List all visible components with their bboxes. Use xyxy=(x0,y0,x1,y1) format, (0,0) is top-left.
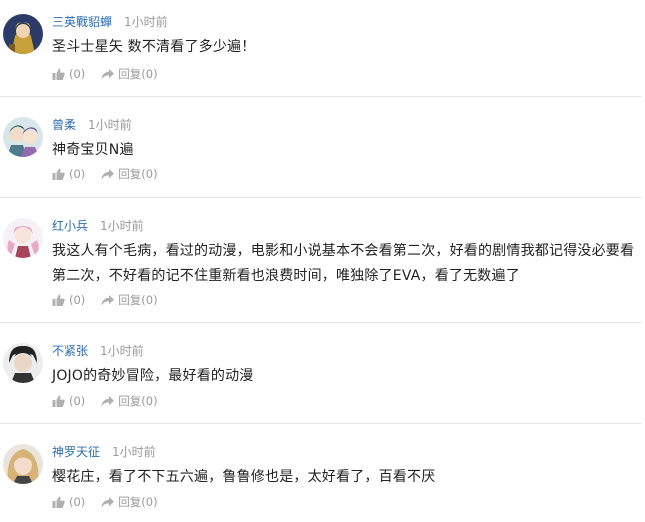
comment-actions: (0) 回复 (0) xyxy=(52,394,158,408)
like-count: (0) xyxy=(69,167,86,181)
thumbs-up-icon xyxy=(52,168,65,180)
timestamp: 1小时前 xyxy=(100,219,144,233)
timestamp: 1小时前 xyxy=(124,15,168,29)
thumbs-up-icon xyxy=(52,294,65,306)
thumbs-up-icon xyxy=(52,68,65,80)
comment-meta: 神罗天征 1小时前 xyxy=(52,443,156,461)
divider xyxy=(0,197,641,198)
divider xyxy=(0,423,641,424)
thumbs-up-icon xyxy=(52,395,65,407)
reply-button[interactable]: 回复 (0) xyxy=(101,293,158,307)
reply-label: 回复 xyxy=(118,167,142,181)
comment-actions: (0) 回复 (0) xyxy=(52,167,158,181)
timestamp: 1小时前 xyxy=(112,445,156,459)
username[interactable]: 曾柔 xyxy=(52,118,76,132)
share-arrow-icon xyxy=(101,168,115,179)
reply-count: (0) xyxy=(141,67,158,81)
reply-button[interactable]: 回复 (0) xyxy=(101,67,158,81)
comment-text: JOJO的奇妙冒险，最好看的动漫 xyxy=(52,368,254,384)
reply-count: (0) xyxy=(141,495,158,509)
like-button[interactable]: (0) xyxy=(52,394,85,408)
reply-label: 回复 xyxy=(118,293,142,307)
avatar[interactable] xyxy=(3,343,43,383)
comment-actions: (0) 回复 (0) xyxy=(52,495,158,509)
share-arrow-icon xyxy=(101,68,115,79)
comment-meta: 曾柔 1小时前 xyxy=(52,116,132,134)
like-count: (0) xyxy=(69,293,86,307)
like-button[interactable]: (0) xyxy=(52,167,85,181)
timestamp: 1小时前 xyxy=(88,118,132,132)
like-button[interactable]: (0) xyxy=(52,293,85,307)
comment-meta: 三英戰貂蟬 1小时前 xyxy=(52,13,168,31)
reply-label: 回复 xyxy=(118,495,142,509)
reply-label: 回复 xyxy=(118,394,142,408)
username[interactable]: 神罗天征 xyxy=(52,445,100,459)
like-button[interactable]: (0) xyxy=(52,495,85,509)
divider xyxy=(0,96,641,97)
comment-meta: 不紧张 1小时前 xyxy=(52,342,144,360)
share-arrow-icon xyxy=(101,294,115,305)
reply-count: (0) xyxy=(141,293,158,307)
reply-button[interactable]: 回复 (0) xyxy=(101,495,158,509)
divider xyxy=(0,322,641,323)
reply-button[interactable]: 回复 (0) xyxy=(101,394,158,408)
like-count: (0) xyxy=(69,495,86,509)
comment-text: 樱花庄，看了不下五六遍，鲁鲁修也是，太好看了，百看不厌 xyxy=(52,469,436,485)
timestamp: 1小时前 xyxy=(100,344,144,358)
username[interactable]: 三英戰貂蟬 xyxy=(52,15,112,29)
share-arrow-icon xyxy=(101,395,115,406)
comment-text: 圣斗士星矢 数不清看了多少遍！ xyxy=(52,39,256,55)
avatar[interactable] xyxy=(3,444,43,484)
username[interactable]: 红小兵 xyxy=(52,219,88,233)
share-arrow-icon xyxy=(101,496,115,507)
avatar[interactable] xyxy=(3,218,43,258)
avatar[interactable] xyxy=(3,117,43,157)
like-button[interactable]: (0) xyxy=(52,67,85,81)
reply-count: (0) xyxy=(141,167,158,181)
reply-button[interactable]: 回复 (0) xyxy=(101,167,158,181)
username[interactable]: 不紧张 xyxy=(52,344,88,358)
reply-count: (0) xyxy=(141,394,158,408)
like-count: (0) xyxy=(69,67,86,81)
comment-text: 神奇宝贝N遍 xyxy=(52,142,134,158)
thumbs-up-icon xyxy=(52,496,65,508)
reply-label: 回复 xyxy=(118,67,142,81)
avatar[interactable] xyxy=(3,14,43,54)
comment-actions: (0) 回复 (0) xyxy=(52,67,158,81)
comment-actions: (0) 回复 (0) xyxy=(52,293,158,307)
comment-meta: 红小兵 1小时前 xyxy=(52,217,144,235)
like-count: (0) xyxy=(69,394,86,408)
comment-text: 我这人有个毛病，看过的动漫，电影和小说基本不会看第二次，好看的剧情我都记得没必要… xyxy=(52,243,635,284)
